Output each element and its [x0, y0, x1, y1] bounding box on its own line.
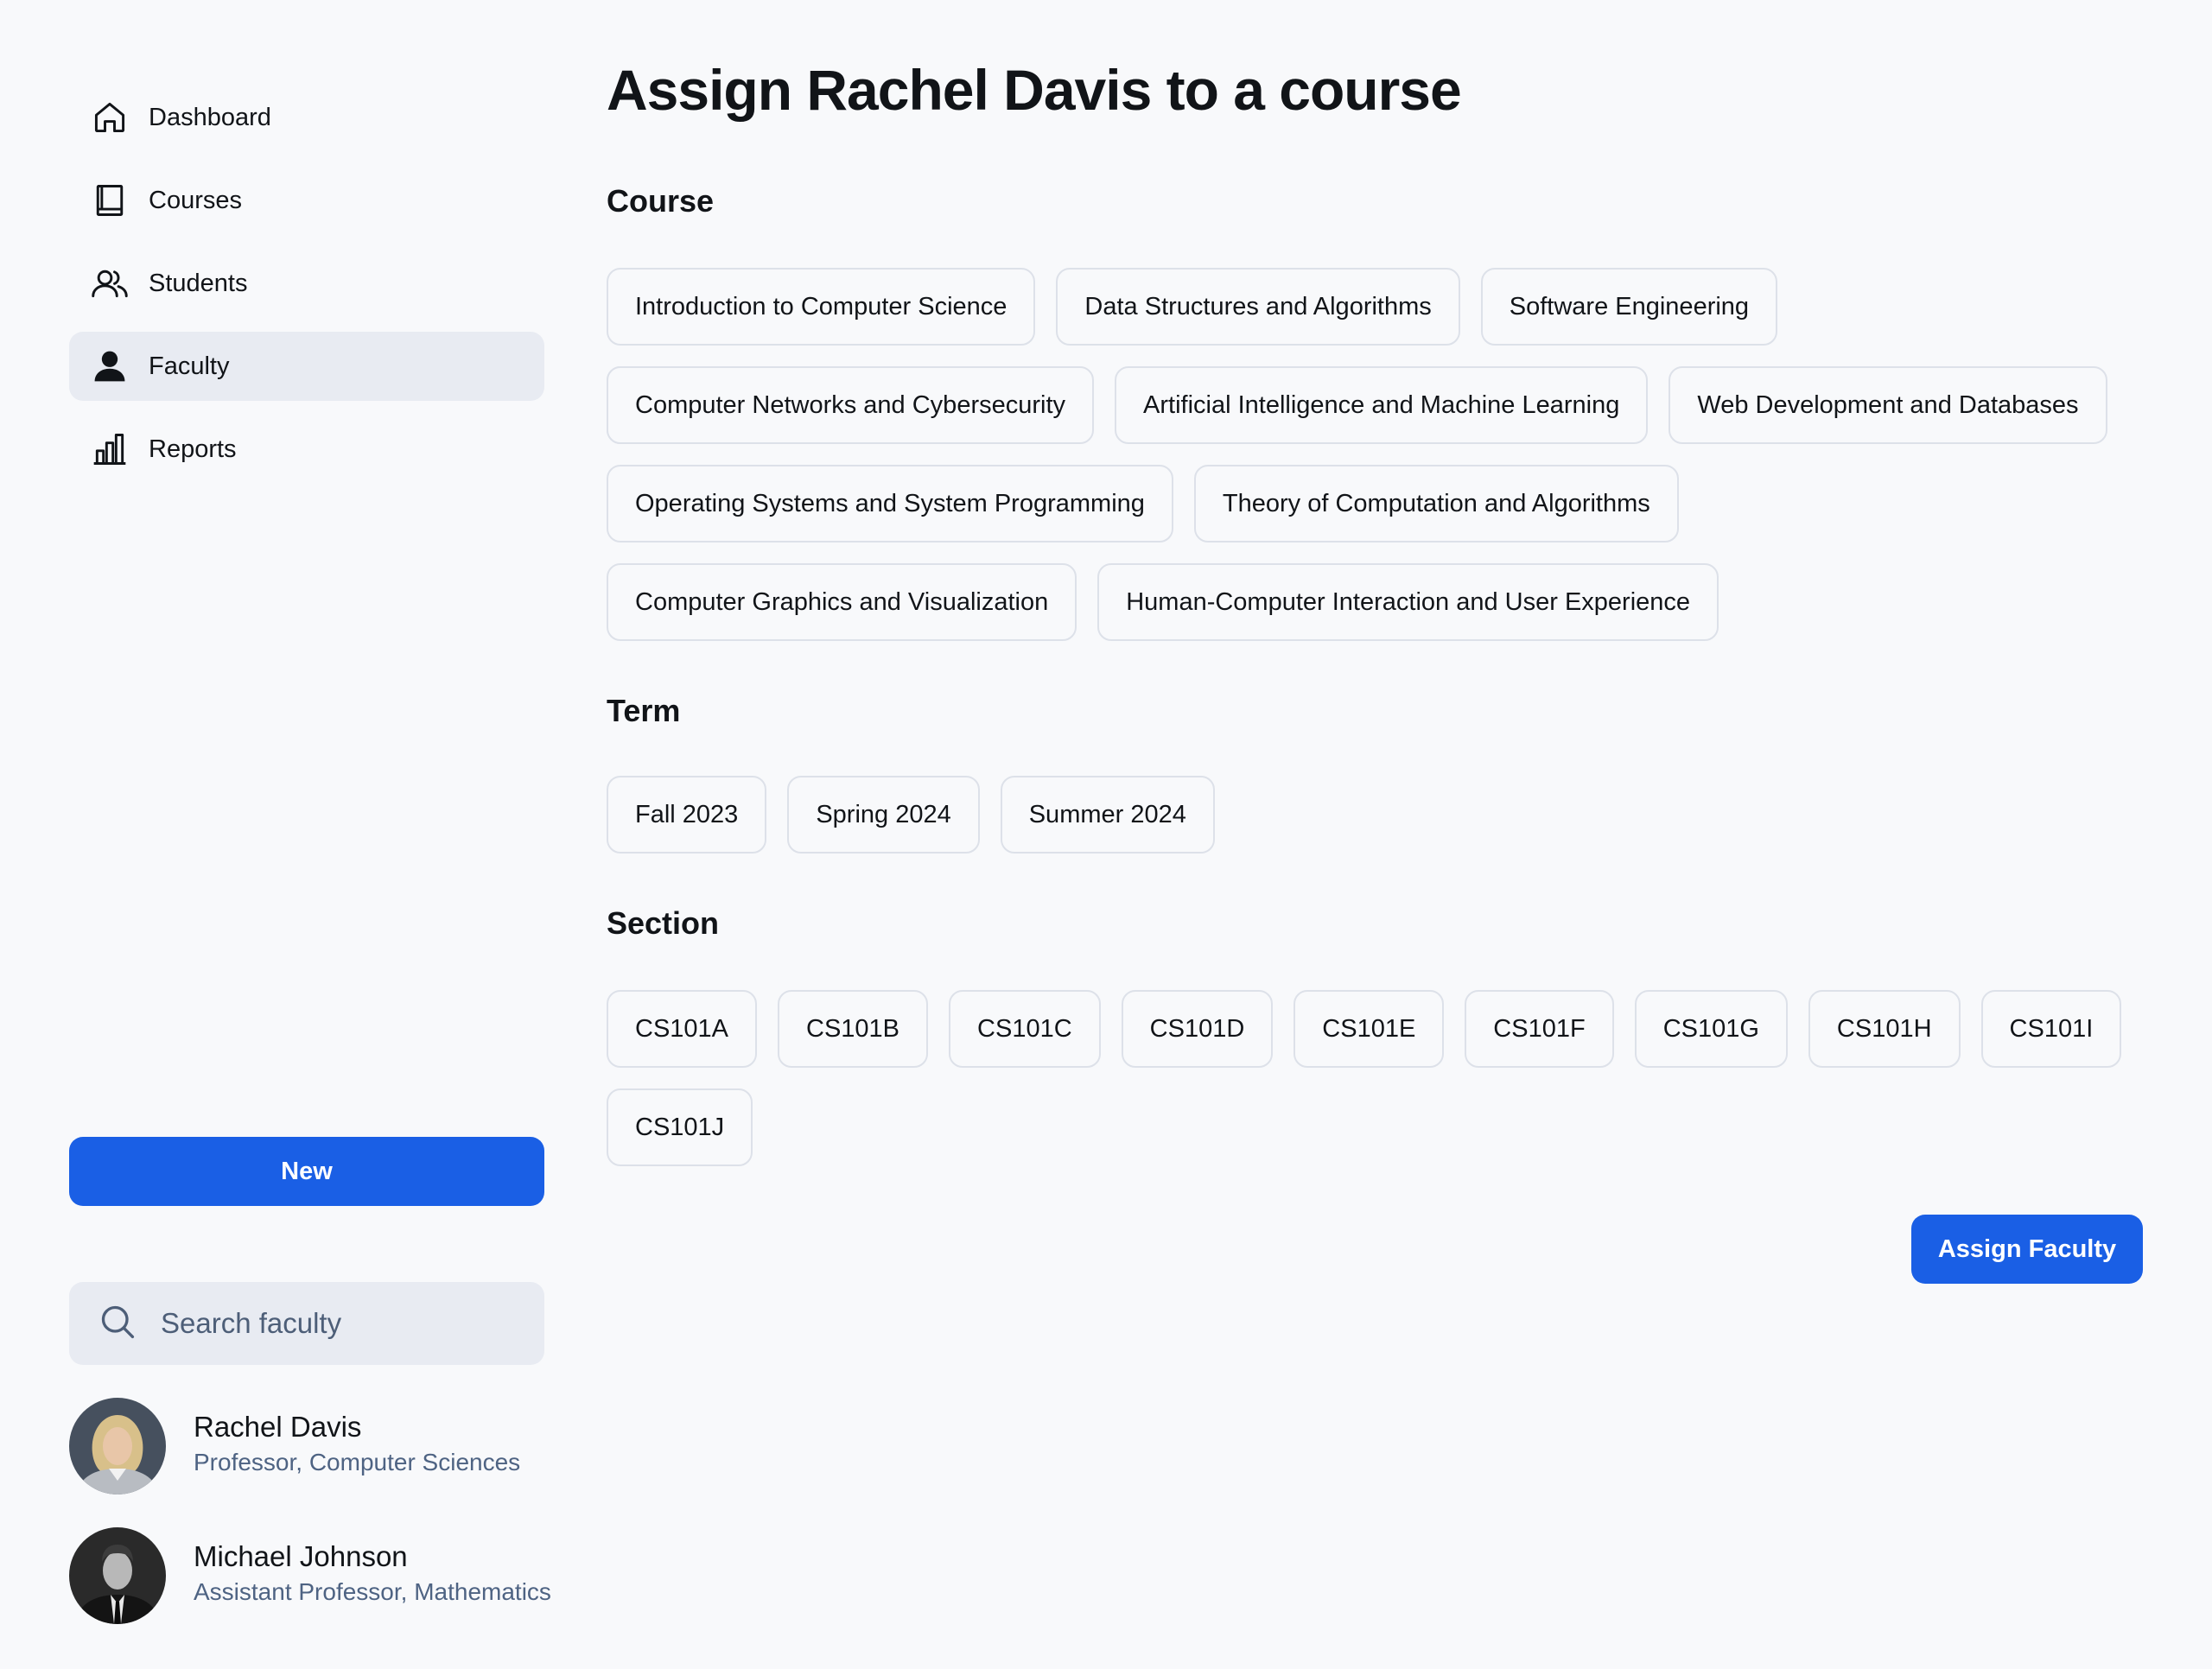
faculty-list: Rachel Davis Professor, Computer Science…: [69, 1398, 551, 1657]
sidebar-item-faculty[interactable]: Faculty: [69, 332, 544, 401]
search-box: [69, 1282, 544, 1365]
faculty-item-michael-johnson[interactable]: Michael Johnson Assistant Professor, Mat…: [69, 1527, 551, 1624]
section-options: CS101A CS101B CS101C CS101D CS101E CS101…: [607, 990, 2162, 1088]
course-label: Course: [607, 183, 715, 219]
course-chip[interactable]: Human-Computer Interaction and User Expe…: [1097, 563, 1719, 641]
term-options: Fall 2023 Spring 2024 Summer 2024: [607, 776, 2162, 874]
section-chip[interactable]: CS101A: [607, 990, 758, 1068]
user-icon: [90, 346, 130, 386]
course-chip[interactable]: Theory of Computation and Algorithms: [1193, 465, 1679, 543]
book-icon: [90, 181, 130, 220]
home-icon: [90, 98, 130, 137]
section-chip[interactable]: CS101I: [1980, 990, 2122, 1068]
section-label: Section: [607, 905, 720, 941]
section-options-row-2: CS101J: [607, 1088, 2162, 1187]
search-input[interactable]: [161, 1307, 524, 1340]
new-button[interactable]: New: [69, 1137, 544, 1206]
section-chip[interactable]: CS101D: [1121, 990, 1274, 1068]
course-chip[interactable]: Computer Networks and Cybersecurity: [607, 366, 1095, 444]
course-chip[interactable]: Operating Systems and System Programming: [607, 465, 1173, 543]
course-chip[interactable]: Computer Graphics and Visualization: [607, 563, 1077, 641]
section-chip[interactable]: CS101F: [1465, 990, 1614, 1068]
sidebar-nav: Dashboard Courses Students Faculty Repor…: [69, 83, 544, 498]
section-chip[interactable]: CS101E: [1294, 990, 1445, 1068]
sidebar-item-students[interactable]: Students: [69, 249, 544, 318]
sidebar: Dashboard Courses Students Faculty Repor…: [69, 0, 551, 1669]
section-chip[interactable]: CS101H: [1808, 990, 1961, 1068]
faculty-role: Professor, Computer Sciences: [194, 1449, 521, 1475]
sidebar-item-label: Students: [149, 269, 248, 297]
course-chip[interactable]: Introduction to Computer Science: [607, 268, 1036, 346]
avatar: [69, 1398, 166, 1494]
sidebar-item-dashboard[interactable]: Dashboard: [69, 83, 544, 152]
sidebar-item-label: Reports: [149, 435, 237, 463]
term-chip[interactable]: Spring 2024: [787, 776, 980, 854]
course-chip[interactable]: Software Engineering: [1480, 268, 1778, 346]
faculty-name: Rachel Davis: [194, 1411, 362, 1443]
sidebar-item-label: Courses: [149, 186, 242, 214]
course-chip[interactable]: Web Development and Databases: [1669, 366, 2107, 444]
section-chip[interactable]: CS101C: [949, 990, 1101, 1068]
section-chip[interactable]: CS101J: [607, 1088, 753, 1166]
assign-faculty-button[interactable]: Assign Faculty: [1911, 1215, 2143, 1284]
section-chip[interactable]: CS101G: [1634, 990, 1788, 1068]
faculty-name: Michael Johnson: [194, 1540, 408, 1572]
avatar: [69, 1527, 166, 1624]
users-icon: [90, 263, 130, 303]
term-chip[interactable]: Fall 2023: [607, 776, 767, 854]
section-chip[interactable]: CS101B: [778, 990, 929, 1068]
sidebar-item-label: Faculty: [149, 352, 230, 380]
sidebar-item-courses[interactable]: Courses: [69, 166, 544, 235]
sidebar-item-reports[interactable]: Reports: [69, 415, 544, 484]
faculty-role: Assistant Professor, Mathematics: [194, 1578, 551, 1605]
search-icon: [99, 1303, 137, 1345]
sidebar-item-label: Dashboard: [149, 103, 271, 131]
faculty-item-rachel-davis[interactable]: Rachel Davis Professor, Computer Science…: [69, 1398, 544, 1494]
course-options-row-4: Computer Graphics and Visualization Huma…: [607, 563, 2162, 662]
course-chip[interactable]: Artificial Intelligence and Machine Lear…: [1115, 366, 1649, 444]
course-options-row-2: Computer Networks and Cybersecurity Arti…: [607, 366, 2162, 465]
bar-chart-icon: [90, 429, 130, 469]
course-options-row-3: Operating Systems and System Programming…: [607, 465, 2162, 563]
term-chip[interactable]: Summer 2024: [1000, 776, 1215, 854]
page-title: Assign Rachel Davis to a course: [607, 58, 1462, 122]
term-label: Term: [607, 693, 681, 728]
course-chip[interactable]: Data Structures and Algorithms: [1056, 268, 1460, 346]
